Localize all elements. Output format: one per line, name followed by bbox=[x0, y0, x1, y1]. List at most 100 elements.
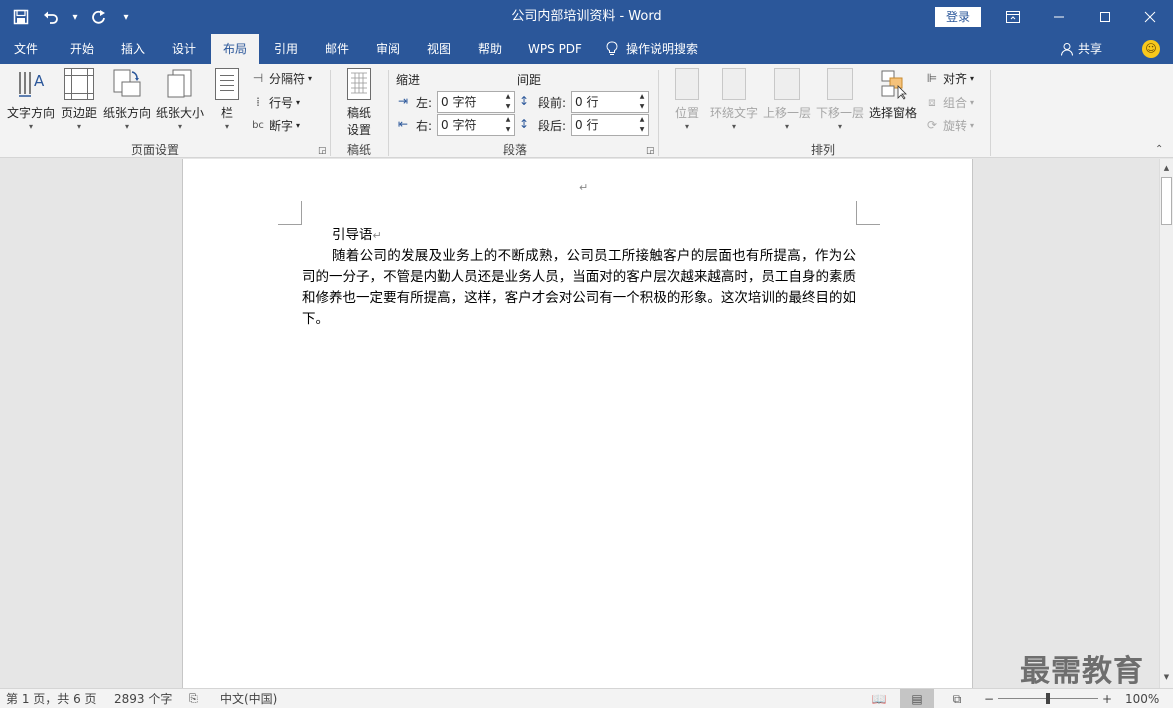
ribbon-layout: A 文字方向 ▾ 页边距 ▾ 纸张方向 ▾ 纸张大小 ▾ 栏 ▾ ⊣ 分隔符 ▾… bbox=[0, 64, 1173, 158]
orientation-button[interactable]: 纸张方向 ▾ bbox=[101, 68, 153, 131]
chevron-down-icon: ▾ bbox=[308, 73, 313, 83]
bring-forward-label: 上移一层 bbox=[762, 106, 811, 120]
web-layout-icon[interactable]: ⧉ bbox=[940, 689, 974, 708]
zoom-out-icon[interactable]: − bbox=[984, 689, 994, 708]
zoom-slider-thumb[interactable] bbox=[1046, 693, 1050, 704]
scrollbar-thumb[interactable] bbox=[1161, 177, 1172, 225]
spinner-arrows-icon[interactable]: ▲ ▼ bbox=[636, 92, 648, 112]
person-icon bbox=[1061, 43, 1073, 56]
manuscript-setup-button[interactable]: 稿纸 设置 bbox=[338, 68, 380, 138]
chevron-down-icon: ▾ bbox=[731, 122, 736, 131]
align-button[interactable]: ⊫ 对齐 ▾ bbox=[924, 68, 974, 88]
document-heading-line: 引导语↵ bbox=[302, 225, 856, 246]
selection-pane-button[interactable]: 选择窗格 bbox=[868, 68, 918, 121]
paragraph-mark-icon: ↵ bbox=[372, 229, 382, 242]
read-mode-icon[interactable]: 📖 bbox=[862, 689, 896, 708]
line-numbers-button[interactable]: ⁞ 行号 ▾ bbox=[250, 92, 300, 112]
spinner-arrows-icon[interactable]: ▲ ▼ bbox=[636, 115, 648, 135]
word-count[interactable]: 2893 个字 bbox=[114, 689, 172, 708]
chevron-down-icon: ▾ bbox=[970, 73, 975, 83]
page-info[interactable]: 第 1 页，共 6 页 bbox=[6, 689, 97, 708]
bring-forward-icon bbox=[774, 68, 800, 100]
zoom-in-icon[interactable]: + bbox=[1102, 689, 1112, 708]
rotate-button[interactable]: ⟳ 旋转 ▾ bbox=[924, 115, 974, 135]
scroll-up-icon[interactable]: ▲ bbox=[1160, 161, 1173, 175]
vertical-scrollbar[interactable]: ▲ ▼ bbox=[1159, 159, 1173, 688]
tell-me-search[interactable]: 操作说明搜索 bbox=[606, 34, 716, 64]
margins-button[interactable]: 页边距 ▾ bbox=[58, 68, 100, 131]
tab-review[interactable]: 审阅 bbox=[362, 34, 414, 64]
tab-view[interactable]: 视图 bbox=[413, 34, 465, 64]
tab-references[interactable]: 引用 bbox=[260, 34, 312, 64]
indent-left-input[interactable]: 0 字符 ▲ ▼ bbox=[437, 91, 515, 113]
maximize-icon[interactable] bbox=[1082, 0, 1128, 34]
document-body[interactable]: 引导语↵ 随着公司的发展及业务上的不断成熟，公司员工所接触客户的层面也有所提高，… bbox=[302, 225, 856, 330]
line-numbers-icon: ⁞ bbox=[256, 95, 260, 109]
redo-icon[interactable] bbox=[86, 4, 112, 30]
manuscript-setup-label-1: 稿纸 bbox=[346, 106, 371, 120]
size-button[interactable]: 纸张大小 ▾ bbox=[154, 68, 206, 131]
share-label: 共享 bbox=[1078, 42, 1103, 56]
spinner-arrows-icon[interactable]: ▲ ▼ bbox=[502, 92, 514, 112]
paper-size-icon bbox=[165, 68, 195, 100]
group-button[interactable]: ⧈ 组合 ▾ bbox=[924, 92, 974, 112]
group-icon: ⧈ bbox=[928, 94, 936, 109]
group-divider bbox=[388, 70, 389, 156]
print-layout-icon[interactable]: ▤ bbox=[900, 689, 934, 708]
text-direction-button[interactable]: A 文字方向 ▾ bbox=[6, 68, 56, 131]
wrap-text-button[interactable]: 环绕文字 ▾ bbox=[708, 68, 760, 131]
selection-pane-label: 选择窗格 bbox=[868, 106, 917, 120]
tab-layout[interactable]: 布局 bbox=[211, 34, 259, 64]
line-numbers-label: 行号 bbox=[269, 95, 294, 110]
indent-left-icon: ⇥ bbox=[398, 94, 409, 108]
spacing-after-label: 段后: bbox=[538, 119, 567, 133]
spinner-arrows-icon[interactable]: ▲ ▼ bbox=[502, 115, 514, 135]
customize-qat-icon[interactable]: ▾ bbox=[116, 4, 136, 30]
spacing-before-label: 段前: bbox=[538, 96, 567, 110]
position-label: 位置 bbox=[674, 106, 699, 120]
orientation-label: 纸张方向 bbox=[102, 106, 151, 120]
chevron-down-icon: ▾ bbox=[76, 122, 81, 131]
minimize-icon[interactable] bbox=[1036, 0, 1082, 34]
tab-wps-pdf[interactable]: WPS PDF bbox=[520, 34, 590, 64]
tab-insert[interactable]: 插入 bbox=[107, 34, 159, 64]
scroll-down-icon[interactable]: ▼ bbox=[1160, 670, 1173, 684]
tab-home[interactable]: 开始 bbox=[56, 34, 108, 64]
feedback-smiley-icon[interactable]: ☺ bbox=[1142, 40, 1160, 58]
lightbulb-icon bbox=[606, 41, 618, 55]
align-label: 对齐 bbox=[943, 71, 968, 86]
position-button[interactable]: 位置 ▾ bbox=[670, 68, 704, 131]
tab-file[interactable]: 文件 bbox=[0, 34, 52, 64]
chevron-down-icon: ▾ bbox=[684, 122, 689, 131]
chevron-down-icon: ▾ bbox=[177, 122, 182, 131]
indent-right-icon: ⇤ bbox=[398, 117, 409, 131]
share-button[interactable]: 共享 bbox=[1060, 34, 1102, 64]
language-indicator[interactable]: 中文(中国) bbox=[220, 689, 277, 708]
save-icon[interactable] bbox=[8, 4, 34, 30]
undo-icon[interactable] bbox=[38, 4, 64, 30]
login-button[interactable]: 登录 bbox=[935, 7, 981, 27]
manuscript-grid-icon bbox=[347, 68, 371, 100]
ribbon-display-options-icon[interactable] bbox=[990, 0, 1036, 34]
columns-button[interactable]: 栏 ▾ bbox=[212, 68, 242, 131]
tab-design[interactable]: 设计 bbox=[158, 34, 210, 64]
tab-mailings[interactable]: 邮件 bbox=[311, 34, 363, 64]
page-setup-launcher-icon[interactable]: ◲ bbox=[318, 146, 327, 156]
send-backward-button[interactable]: 下移一层 ▾ bbox=[815, 68, 865, 131]
paragraph-launcher-icon[interactable]: ◲ bbox=[646, 146, 655, 156]
spacing-heading: 间距 bbox=[517, 73, 542, 87]
proofing-icon[interactable]: ⎘ bbox=[189, 689, 198, 708]
tab-help[interactable]: 帮助 bbox=[464, 34, 516, 64]
indent-right-input[interactable]: 0 字符 ▲ ▼ bbox=[437, 114, 515, 136]
zoom-level[interactable]: 100% bbox=[1125, 689, 1159, 708]
indent-left-label: 左: bbox=[416, 96, 433, 110]
spacing-before-input[interactable]: 0 行 ▲ ▼ bbox=[571, 91, 649, 113]
spacing-after-input[interactable]: 0 行 ▲ ▼ bbox=[571, 114, 649, 136]
document-page[interactable]: ↵ 引导语↵ 随着公司的发展及业务上的不断成熟，公司员工所接触客户的层面也有所提… bbox=[182, 159, 973, 688]
bring-forward-button[interactable]: 上移一层 ▾ bbox=[762, 68, 812, 131]
hyphenation-button[interactable]: bc 断字 ▾ bbox=[250, 115, 300, 135]
close-icon[interactable] bbox=[1127, 0, 1173, 34]
breaks-button[interactable]: ⊣ 分隔符 ▾ bbox=[250, 68, 312, 88]
collapse-ribbon-icon[interactable]: ⌃ bbox=[1155, 144, 1163, 155]
undo-dropdown-icon[interactable]: ▾ bbox=[68, 4, 82, 30]
